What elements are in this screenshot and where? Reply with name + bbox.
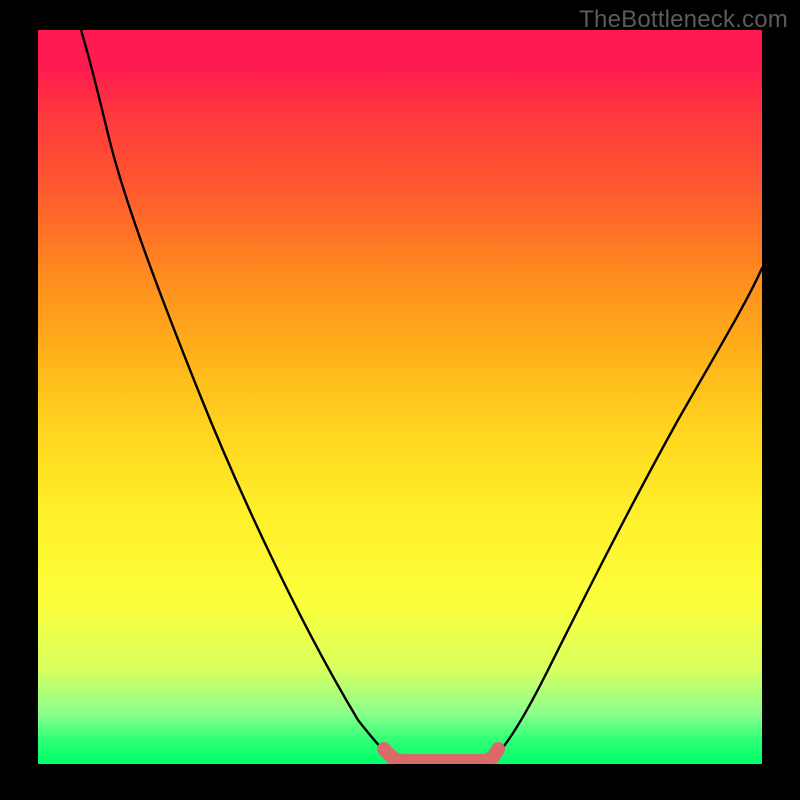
curve-left-branch bbox=[81, 30, 402, 763]
bottom-marker-stroke bbox=[384, 749, 498, 761]
outer-frame: TheBottleneck.com bbox=[0, 0, 800, 800]
curve-right-branch bbox=[486, 268, 762, 763]
chart-svg bbox=[38, 30, 762, 764]
chart-plot-area bbox=[38, 30, 762, 764]
